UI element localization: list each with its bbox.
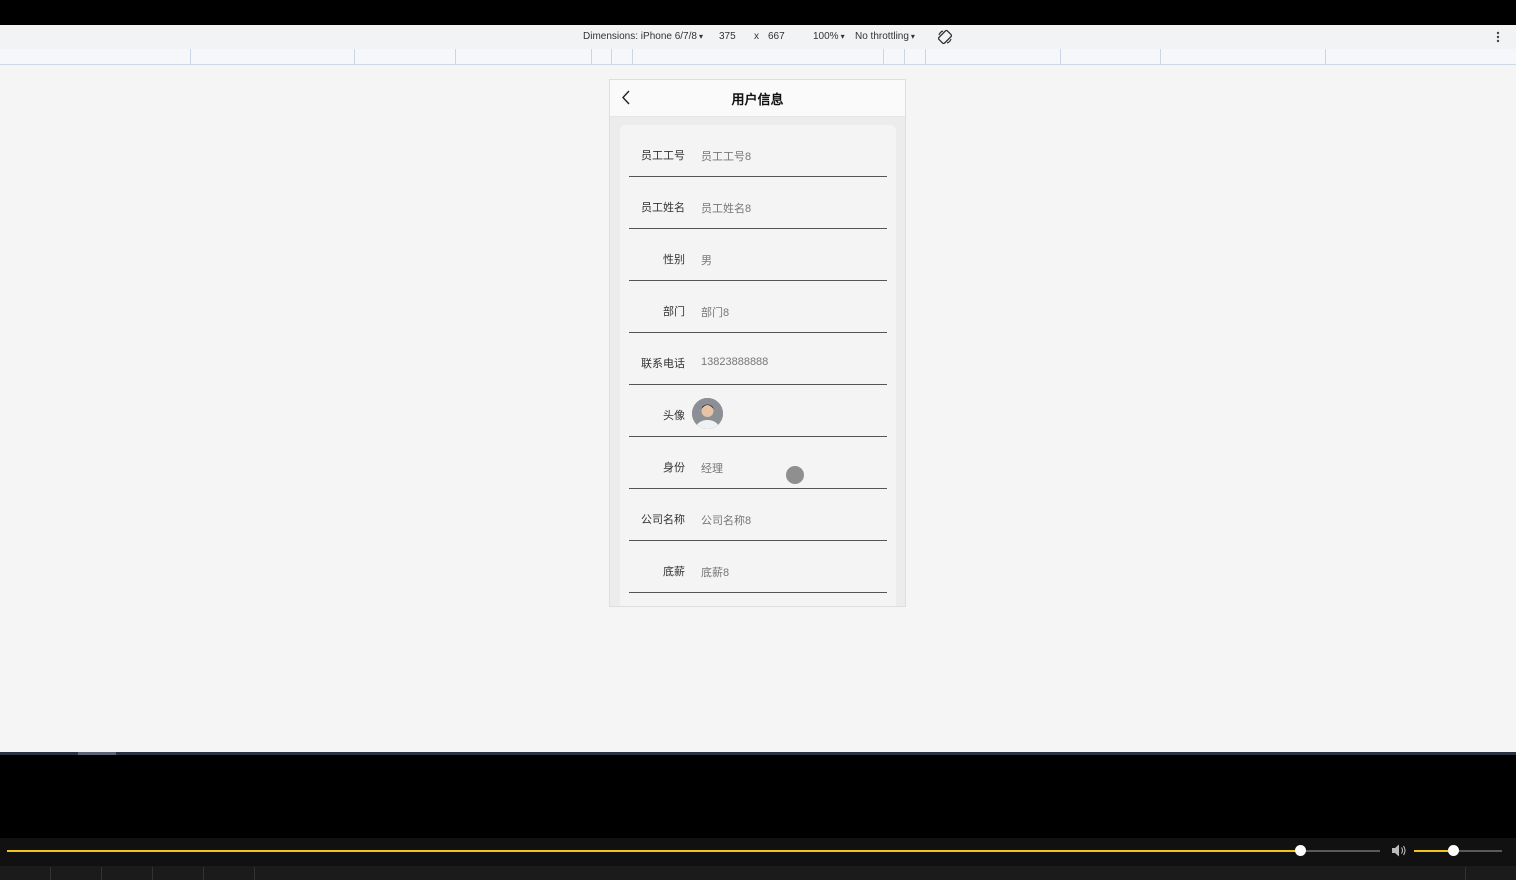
scroll-indicator[interactable] [78,752,116,755]
video-player-bar [0,838,1516,866]
field-row-phone: 联系电话 13823888888 [629,333,887,385]
viewport-height-input[interactable]: 667 [768,31,785,42]
user-info-card: 员工工号 员工工号8 员工姓名 员工姓名8 性别 男 部门 部门8 联系电话 1… [620,125,896,606]
volume-handle[interactable] [1448,845,1459,856]
field-label: 联系电话 [641,358,685,370]
ruler-breakpoint[interactable] [591,49,592,64]
field-label: 部门 [663,306,685,318]
ruler-breakpoint[interactable] [1325,49,1326,64]
field-label: 头像 [663,410,685,422]
throttling-label: No throttling [855,31,909,42]
field-row-employee-name: 员工姓名 员工姓名8 [629,177,887,229]
ruler-breakpoint[interactable] [354,49,355,64]
field-row-role: 身份 经理 [629,437,887,489]
field-label: 性别 [663,254,685,266]
field-row-avatar: 头像 [629,385,887,437]
mobile-page: 用户信息 员工工号 员工工号8 员工姓名 员工姓名8 性别 男 部门 部门8 联… [609,79,906,607]
field-value[interactable]: 员工工号8 [701,148,751,164]
zoom-label: 100% [813,31,839,42]
field-value[interactable]: 男 [701,252,712,268]
ruler-breakpoint[interactable] [1060,49,1061,64]
rotate-icon[interactable] [937,29,953,45]
field-value[interactable]: 经理 [701,460,723,476]
viewport-bottom-bar [0,752,1516,755]
field-row-company: 公司名称 公司名称8 [629,489,887,541]
ruler-breakpoint[interactable] [190,49,191,64]
throttling-dropdown[interactable]: No throttling ▾ [855,31,915,42]
dimension-separator: x [754,31,759,42]
ruler-breakpoint[interactable] [1160,49,1161,64]
device-toolbar: Dimensions: iPhone 6/7/8 ▾ 375 x 667 100%… [0,25,1516,50]
field-label: 公司名称 [641,514,685,526]
chevron-down-icon: ▾ [840,32,845,41]
taskbar-item[interactable] [152,867,153,880]
field-row-employee-id: 员工工号 员工工号8 [629,125,887,177]
taskbar-item[interactable] [203,867,204,880]
field-row-department: 部门 部门8 [629,281,887,333]
field-value[interactable]: 公司名称8 [701,512,751,528]
more-options-icon[interactable] [1494,30,1502,44]
ruler-breakpoint[interactable] [632,49,633,64]
device-dimensions-label: Dimensions: iPhone 6/7/8 [583,31,697,42]
avatar[interactable] [692,398,723,429]
ruler-breakpoint[interactable] [455,49,456,64]
progress-fill [7,850,1300,852]
ruler-breakpoint[interactable] [611,49,612,64]
field-value[interactable]: 13823888888 [701,356,768,368]
field-label: 员工工号 [641,150,685,162]
person-avatar-icon [692,398,723,429]
volume-icon[interactable] [1391,843,1407,858]
window-top-bar [0,0,1516,25]
field-label: 底薪 [663,566,685,578]
device-dimensions-dropdown[interactable]: Dimensions: iPhone 6/7/8 ▾ [583,31,703,42]
chevron-down-icon: ▾ [910,32,915,41]
field-label: 身份 [663,462,685,474]
field-value[interactable]: 部门8 [701,304,729,320]
nav-bar: 用户信息 [610,80,905,117]
page-title: 用户信息 [731,92,784,107]
ruler-breakpoint[interactable] [904,49,905,64]
ruler-breakpoint[interactable] [925,49,926,64]
zoom-dropdown[interactable]: 100% ▾ [813,31,845,42]
chevron-down-icon: ▾ [698,32,703,41]
taskbar-item[interactable] [50,867,51,880]
touch-cursor [786,466,804,484]
taskbar-item[interactable] [101,867,102,880]
field-row-gender: 性别 男 [629,229,887,281]
taskbar-item[interactable] [1465,867,1466,880]
ruler-breakpoint[interactable] [883,49,884,64]
taskbar-item[interactable] [254,867,255,880]
field-row-base-salary: 底薪 底薪8 [629,541,887,593]
progress-handle[interactable] [1295,845,1306,856]
field-value[interactable]: 员工姓名8 [701,200,751,216]
field-label: 员工姓名 [641,202,685,214]
field-value[interactable]: 底薪8 [701,564,729,580]
viewport-width-input[interactable]: 375 [719,31,736,42]
taskbar [0,866,1516,880]
media-query-ruler [0,49,1516,65]
